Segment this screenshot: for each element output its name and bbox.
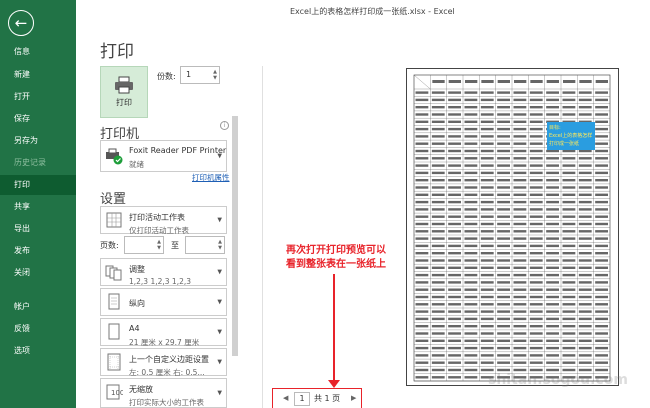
pages-to-input[interactable]: ▲ ▼ — [185, 236, 225, 254]
copies-input[interactable]: 1 ▲ ▼ — [180, 66, 220, 84]
copies-value: 1 — [186, 70, 192, 79]
sidebar-item[interactable]: 反馈 — [0, 319, 76, 339]
margins-select[interactable]: 上一个自定义边距设置 左: 0.5 厘米 右: 0.5... ▼ — [100, 348, 227, 377]
sidebar-item[interactable]: 导出 — [0, 219, 76, 239]
sidebar-item[interactable]: 打印 — [0, 175, 76, 195]
sidebar-item[interactable]: 共享 — [0, 197, 76, 217]
sidebar-item: 历史记录 — [14, 158, 46, 167]
pane-divider — [262, 66, 263, 408]
setting-scaling: 无缩放 — [129, 385, 153, 394]
paper-size-select[interactable]: A4 21 厘米 x 29.7 厘米 ▼ — [100, 318, 227, 347]
next-page-icon[interactable]: ▶ — [351, 394, 356, 402]
collate-icon — [105, 265, 122, 281]
sidebar-item[interactable]: 另存为 — [0, 131, 76, 151]
scaling-icon: 100 — [106, 384, 123, 400]
chevron-down-icon: ▼ — [217, 152, 222, 160]
settings-heading: 设置 — [100, 192, 127, 207]
setting-collation: 调整 — [129, 265, 145, 274]
preview-callout-text: 目标: Excel上的表格怎样打印成一张纸 — [549, 125, 593, 147]
preview-spreadsheet — [413, 74, 611, 382]
settings-scrollbar-thumb[interactable] — [232, 116, 238, 356]
setting-paper-size: A4 — [129, 324, 140, 333]
print-preview-page — [406, 68, 619, 386]
printer-name: Foxit Reader PDF Printer — [129, 146, 227, 155]
pages-from-input[interactable]: ▲ ▼ — [124, 236, 164, 254]
setting-collation-desc: 1,2,3 1,2,3 1,2,3 — [129, 277, 192, 286]
setting-print-what-desc: 仅打印活动工作表 — [129, 226, 189, 235]
previous-page-icon[interactable]: ◀ — [283, 394, 288, 402]
annotation-line-1: 再次打开打印预览可以 — [286, 245, 386, 256]
backstage-sidebar: ← 信息新建 打开 保存 另存为历史记录打印 共享 导出 发布 关闭帐户 反馈 选项 — [0, 0, 76, 408]
setting-margins: 上一个自定义边距设置 — [129, 355, 209, 364]
setting-print-what: 打印活动工作表 — [129, 213, 185, 222]
printer-ready-icon — [106, 148, 123, 165]
pages-label: 页数: — [100, 241, 119, 250]
printer-properties-link[interactable]: 打印机属性 — [192, 172, 230, 183]
preview-grid — [413, 74, 611, 382]
collation-select[interactable]: 调整 1,2,3 1,2,3 1,2,3 ▼ — [100, 258, 227, 286]
settings-scrollbar[interactable] — [231, 110, 239, 408]
annotation-arrow-line — [333, 274, 335, 386]
printer-status: 就绪 — [129, 160, 144, 169]
pages-to-label: 至 — [171, 241, 179, 250]
annotation-text: 再次打开打印预览可以 看到整张表在一张纸上 — [286, 244, 386, 272]
paper-icon — [108, 323, 120, 340]
printer-icon — [115, 76, 133, 94]
sidebar-item[interactable]: 关闭 — [0, 263, 76, 283]
print-button-label: 打印 — [116, 98, 132, 107]
sidebar-item[interactable]: 新建 — [0, 65, 76, 85]
setting-scaling-desc: 打印实际大小的工作表 — [129, 398, 204, 407]
orientation-select[interactable]: 纵向 ▼ — [100, 288, 227, 316]
pages-from-stepper-icon[interactable]: ▲ ▼ — [157, 239, 161, 251]
worksheet-icon — [106, 212, 122, 228]
copies-label: 份数: — [157, 72, 176, 81]
sidebar-item[interactable]: 发布 — [0, 241, 76, 261]
title-bar: Excel上的表格怎样打印成一张纸.xlsx - Excel — [0, 0, 650, 22]
page-total: 共 1 页 — [314, 394, 341, 403]
chevron-down-icon: ▼ — [217, 328, 222, 336]
back-arrow-icon[interactable]: ← — [8, 10, 34, 36]
chevron-down-icon: ▼ — [217, 298, 222, 306]
print-button[interactable]: 打印 — [100, 66, 148, 118]
svg-text:100: 100 — [111, 389, 123, 397]
chevron-down-icon: ▼ — [217, 268, 222, 276]
watermark-text: shitan.sogou.com — [488, 372, 628, 388]
setting-paper-size-desc: 21 厘米 x 29.7 厘米 — [129, 338, 200, 347]
window-title: Excel上的表格怎样打印成一张纸.xlsx - Excel — [290, 7, 455, 16]
annotation-line-2: 看到整张表在一张纸上 — [286, 259, 386, 270]
chevron-down-icon: ▼ — [217, 216, 222, 224]
chevron-down-icon: ▼ — [217, 389, 222, 397]
sidebar-item[interactable]: 打开 — [0, 87, 76, 107]
printer-select[interactable]: Foxit Reader PDF Printer 就绪 ▼ — [100, 140, 227, 172]
page-title: 打印 — [100, 42, 134, 62]
sidebar-item[interactable]: 帐户 — [0, 297, 76, 317]
chevron-down-icon: ▼ — [217, 358, 222, 366]
setting-margins-desc: 左: 0.5 厘米 右: 0.5... — [129, 368, 205, 377]
scaling-select[interactable]: 100 无缩放 打印实际大小的工作表 ▼ — [100, 378, 227, 408]
print-what-select[interactable]: 打印活动工作表 仅打印活动工作表 ▼ — [100, 206, 227, 235]
info-icon[interactable]: i — [220, 121, 229, 130]
current-page-input[interactable]: 1 — [294, 392, 310, 406]
portrait-icon — [108, 293, 120, 310]
page-navigator: ◀ 1 共 1 页 ▶ — [272, 388, 362, 408]
margins-icon — [107, 353, 121, 371]
sidebar-item[interactable]: 信息 — [0, 42, 76, 62]
pages-to-stepper-icon[interactable]: ▲ ▼ — [218, 239, 222, 251]
setting-orientation: 纵向 — [129, 299, 145, 308]
copies-stepper-icon[interactable]: ▲ ▼ — [213, 69, 217, 81]
annotation-arrow-head-icon — [328, 380, 340, 388]
preview-callout-box: 目标: Excel上的表格怎样打印成一张纸 — [547, 122, 595, 150]
sidebar-item[interactable]: 选项 — [0, 341, 76, 361]
sidebar-item[interactable]: 保存 — [0, 109, 76, 129]
